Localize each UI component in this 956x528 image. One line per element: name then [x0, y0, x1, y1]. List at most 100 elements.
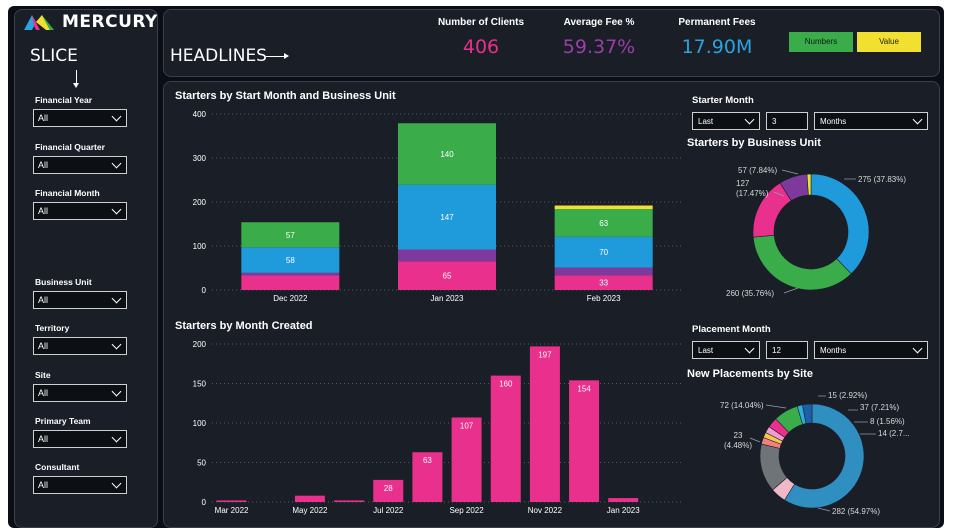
slice-label: 260 (35.76%): [726, 289, 774, 298]
slicer-panel: [14, 9, 158, 528]
data-label: 63: [423, 456, 432, 465]
x-tick-label: Mar 2022: [215, 506, 249, 515]
data-label: 33: [599, 279, 608, 288]
y-tick-label: 400: [193, 110, 207, 119]
starter-period-select[interactable]: Last: [692, 112, 760, 130]
filter-select[interactable]: All: [33, 109, 127, 127]
bar: [294, 495, 325, 502]
filter-select[interactable]: All: [33, 337, 127, 355]
arrow-down-icon: [73, 70, 79, 88]
placement-count-input[interactable]: 12: [766, 341, 808, 359]
chevron-down-icon: [111, 111, 122, 122]
starters-by-start-month-title: Starters by Start Month and Business Uni…: [175, 90, 396, 102]
kpi-clients-value: 406: [462, 36, 500, 58]
chevron-down-icon: [111, 204, 122, 215]
numbers-toggle-button[interactable]: Numbers: [789, 32, 853, 52]
leader-line: [783, 287, 799, 294]
y-tick-label: 100: [193, 242, 207, 251]
starter-period-value: Last: [698, 117, 714, 126]
placement-unit-select[interactable]: Months: [814, 341, 928, 359]
filter-select[interactable]: All: [33, 202, 127, 220]
y-tick-label: 200: [193, 340, 207, 349]
y-tick-label: 150: [193, 380, 207, 389]
x-tick-label: Jan 2023: [431, 294, 464, 303]
data-label: 147: [440, 213, 454, 222]
bar: [490, 375, 521, 502]
filter-label: Financial Month: [35, 188, 100, 198]
filter-select-value: All: [38, 206, 49, 216]
filter-select[interactable]: All: [33, 476, 127, 494]
placement-count-value: 12: [772, 346, 781, 355]
chevron-down-icon: [111, 293, 122, 304]
filter-label: Financial Year: [35, 95, 93, 105]
starter-count-input[interactable]: 3: [766, 112, 808, 130]
filter-select-value: All: [38, 113, 49, 123]
chevron-down-icon: [111, 158, 122, 169]
x-tick-label: Dec 2022: [273, 294, 308, 303]
starter-unit-select[interactable]: Months: [814, 112, 928, 130]
data-label: 154: [577, 384, 591, 393]
data-label: 160: [499, 380, 513, 389]
bar: [334, 500, 365, 502]
kpi-fee-value: 59.37%: [562, 36, 636, 58]
bar-segment: [398, 249, 496, 262]
kpi-perm-fees-label: Permanent Fees: [678, 17, 756, 28]
filter-select[interactable]: All: [33, 156, 127, 174]
headlines-title: HEADLINES: [170, 46, 267, 66]
bar-segment: [554, 267, 653, 276]
pie-slice: [752, 234, 852, 291]
filter-select[interactable]: All: [33, 291, 127, 309]
y-tick-label: 50: [197, 459, 206, 468]
filter-label: Territory: [35, 323, 70, 333]
leader-line: [817, 507, 831, 512]
starter-unit-value: Months: [820, 117, 847, 126]
filter-select-value: All: [38, 295, 49, 305]
new-placements-by-site-chart: 282 (54.97%) 23(4.48%) 72 (14.04%) 15 (2.92…: [720, 391, 910, 516]
bar-segment: [241, 272, 340, 276]
filter-label: Consultant: [35, 462, 80, 472]
starters-by-month-created-chart: 0 50 100 150 200 Mar 2022 May 2022 28 Jul 2022 63…: [193, 340, 682, 515]
data-label: 70: [599, 248, 608, 257]
data-label: 107: [460, 421, 474, 430]
pie-slice: [810, 173, 870, 275]
bar: [216, 500, 247, 502]
slice-label: 23: [734, 431, 743, 440]
x-tick-label: Jan 2023: [607, 506, 640, 515]
brand-name: MERCURY: [62, 12, 158, 32]
leader-line: [781, 169, 799, 175]
slice-label: 72 (14.04%): [720, 401, 764, 410]
kpi-fee-label: Average Fee %: [563, 17, 635, 28]
x-tick-label: Jul 2022: [373, 506, 404, 515]
filter-label: Financial Quarter: [35, 142, 105, 152]
filter-select-value: All: [38, 480, 49, 490]
x-tick-label: May 2022: [292, 506, 328, 515]
new-placements-by-site-title: New Placements by Site: [687, 368, 813, 380]
y-tick-label: 0: [202, 286, 207, 295]
chevron-down-icon: [744, 343, 755, 354]
y-tick-label: 200: [193, 198, 207, 207]
filter-select-value: All: [38, 434, 49, 444]
y-tick-label: 0: [202, 498, 207, 507]
x-tick-label: Nov 2022: [528, 506, 563, 515]
data-label: 65: [443, 272, 452, 281]
chevron-down-icon: [744, 114, 755, 125]
bar: [529, 346, 560, 502]
bar-segment: [241, 275, 340, 290]
placement-period-select[interactable]: Last: [692, 341, 760, 359]
slice-label: 14 (2.7...: [878, 429, 910, 438]
value-toggle-button[interactable]: Value: [857, 32, 921, 52]
arrow-right-icon: [266, 53, 289, 59]
data-label: 140: [440, 150, 454, 159]
data-label: 28: [384, 484, 393, 493]
slice-label: 275 (37.83%): [858, 175, 906, 184]
placement-unit-value: Months: [820, 346, 847, 355]
filter-select[interactable]: All: [33, 430, 127, 448]
bar: [569, 380, 600, 502]
slice-label: 57 (7.84%): [738, 166, 777, 175]
filter-select-value: All: [38, 160, 49, 170]
chevron-down-icon: [111, 386, 122, 397]
filter-select-value: All: [38, 388, 49, 398]
bar: [608, 498, 639, 502]
filter-select[interactable]: All: [33, 384, 127, 402]
brand-logo: MERCURY: [22, 12, 158, 32]
